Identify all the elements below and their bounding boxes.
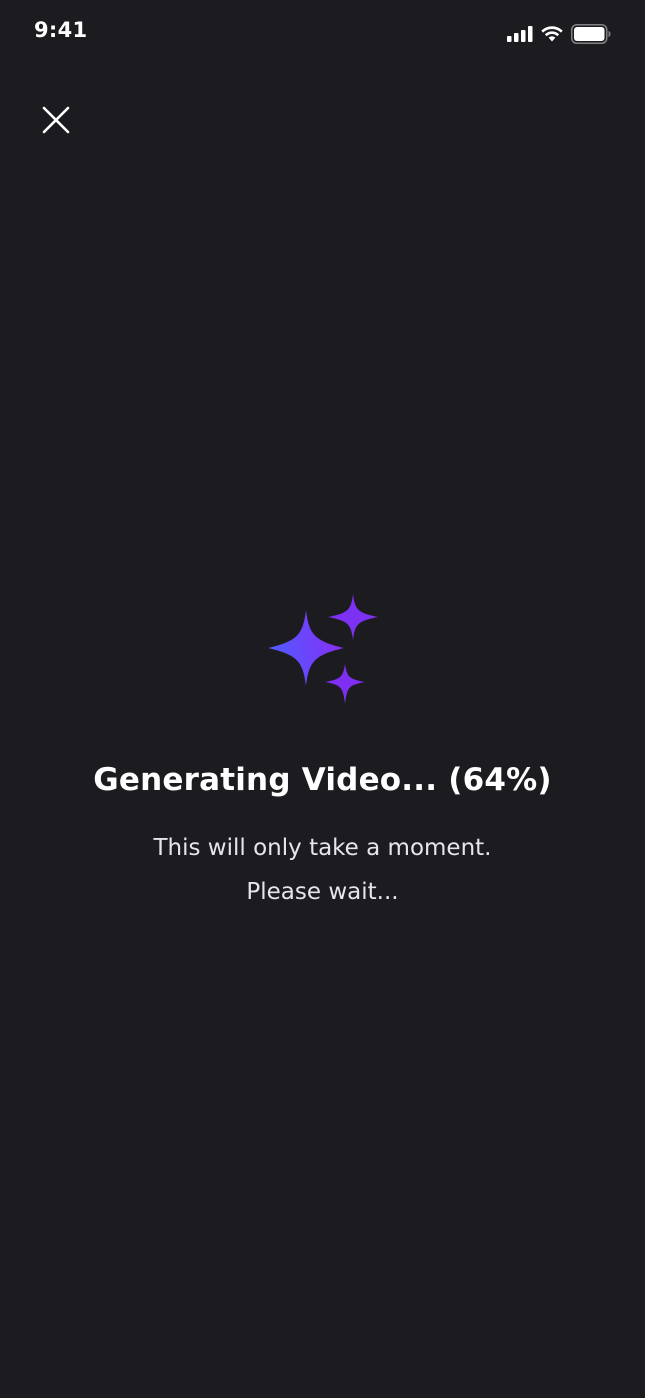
generating-title: Generating Video... (64%) (93, 762, 552, 798)
generating-video-screen: 9:41 Generating Video... (64%) This will… (0, 0, 645, 1398)
close-icon (42, 106, 70, 134)
subtitle-line-2: Please wait... (246, 879, 399, 905)
status-time: 9:41 (34, 18, 88, 42)
signal-icon (507, 26, 533, 42)
close-button[interactable] (34, 98, 78, 142)
status-icons (507, 22, 611, 46)
wifi-icon (541, 26, 563, 42)
sparkle-icon (267, 594, 378, 704)
progress-percent: (64%) (448, 762, 552, 798)
status-bar: 9:41 (0, 0, 645, 64)
generation-status: Generating Video... (64%) This will only… (0, 590, 645, 914)
title-text: Generating Video... (93, 762, 438, 798)
subtitle: This will only take a moment. Please wai… (154, 826, 492, 914)
subtitle-line-1: This will only take a moment. (153, 835, 492, 861)
battery-icon (571, 24, 611, 44)
